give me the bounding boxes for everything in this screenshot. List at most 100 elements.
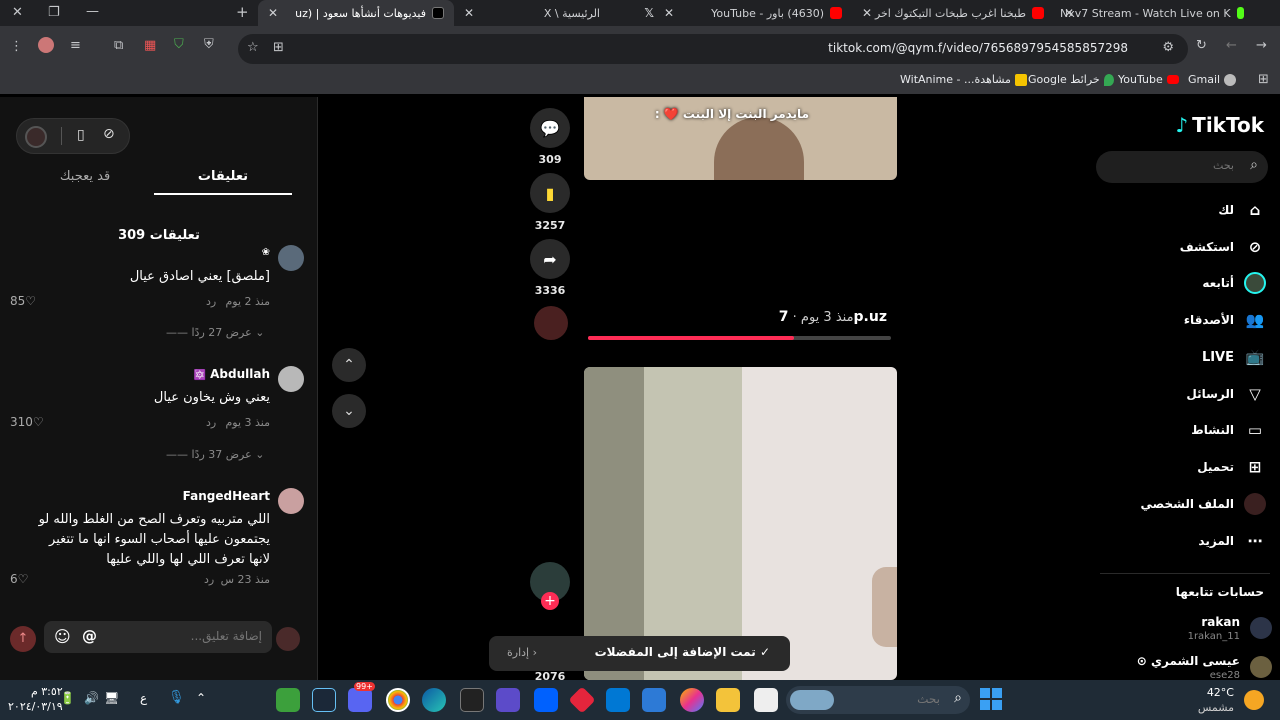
comment-username[interactable]: FangedHeart bbox=[183, 489, 270, 503]
chevron-up-icon[interactable]: ⌃ bbox=[196, 691, 206, 705]
tab-tiktok[interactable]: ✕ فيديوهات أنشأها سعود | (uz bbox=[258, 0, 454, 26]
comment-username[interactable]: Abdullah 🔯 bbox=[193, 367, 270, 381]
sound-avatar[interactable] bbox=[534, 306, 568, 340]
nav-live[interactable]: 📺 LIVE bbox=[1202, 346, 1266, 368]
tab-youtube-cooking[interactable]: ✕ طبخنا اغرب طبخات التيكتوك اخر bbox=[858, 0, 1054, 26]
app-icon[interactable] bbox=[568, 686, 596, 714]
reply-button[interactable]: رد bbox=[206, 295, 216, 308]
translate-icon[interactable]: ⊞ bbox=[273, 40, 284, 55]
search-box[interactable]: ⌕ bbox=[1096, 151, 1268, 183]
close-tab-icon[interactable]: ✕ bbox=[268, 6, 278, 20]
toast-manage-link[interactable]: ‹ إدارة bbox=[507, 646, 537, 659]
discord-app-icon[interactable]: 99+ bbox=[348, 682, 375, 712]
close-window-icon[interactable]: ✕ bbox=[12, 5, 23, 20]
nav-friends[interactable]: 👥 الأصدقاء bbox=[1184, 309, 1266, 331]
mention-icon[interactable]: @ bbox=[82, 627, 97, 645]
display-icon[interactable]: 🖥 bbox=[104, 691, 119, 705]
menu-kebab-icon[interactable]: ⋮ bbox=[10, 39, 23, 54]
close-tab-icon[interactable]: ✕ bbox=[664, 6, 674, 20]
close-tab-icon[interactable]: ✕ bbox=[1064, 6, 1074, 20]
video-player[interactable] bbox=[584, 367, 897, 680]
close-tab-icon[interactable]: ✕ bbox=[862, 6, 872, 20]
weather-widget[interactable]: 42°C مشمس bbox=[1198, 685, 1234, 715]
tab-comments[interactable]: تعليقات bbox=[154, 167, 292, 195]
shield-extension-icon[interactable]: ⛉ bbox=[174, 37, 184, 52]
taskbar-search[interactable]: ⌕ bbox=[786, 686, 970, 714]
view-replies-button[interactable]: ⌄ عرض 27 ردًا —— bbox=[166, 326, 264, 339]
volume-icon[interactable]: 🔊 bbox=[84, 691, 99, 705]
following-name[interactable]: rakan bbox=[1201, 615, 1240, 629]
avatar[interactable] bbox=[1250, 656, 1272, 678]
avatar[interactable] bbox=[1250, 617, 1272, 639]
bookmark-star-icon[interactable]: ☆ bbox=[247, 40, 259, 55]
avatar[interactable] bbox=[278, 366, 304, 392]
tiktok-logo[interactable]: ♪ TikTok bbox=[1175, 113, 1264, 137]
like-button[interactable]: 6♡ bbox=[10, 572, 28, 586]
tab-kick[interactable]: ✕ Nxv7 Stream - Watch Live on K bbox=[1060, 0, 1250, 26]
nav-for-you[interactable]: ⌂ لك bbox=[1218, 199, 1266, 221]
device-icon[interactable]: ▯ bbox=[77, 127, 85, 143]
tab-x-home[interactable]: ✕ الرئيسية \ X bbox=[460, 0, 610, 26]
post-comment-button[interactable]: ↑ bbox=[10, 626, 36, 652]
favorites-button[interactable]: ▮ bbox=[530, 173, 570, 213]
user-avatar[interactable] bbox=[25, 126, 47, 148]
bookmark-witanime[interactable]: مشاهدة... - WitAnime bbox=[900, 73, 1027, 86]
store-app-icon[interactable] bbox=[642, 688, 666, 712]
input-language[interactable]: ع bbox=[140, 691, 147, 705]
nav-upload[interactable]: ⊞ تحميل bbox=[1197, 456, 1266, 478]
forward-icon[interactable]: ← bbox=[1226, 38, 1237, 53]
outlook-app-icon[interactable] bbox=[606, 688, 630, 712]
nav-following[interactable]: أتابعه bbox=[1202, 272, 1266, 294]
xbox-app-icon[interactable] bbox=[276, 688, 300, 712]
view-replies-button[interactable]: ⌄ عرض 37 ردًا —— bbox=[166, 448, 264, 461]
apps-grid-icon[interactable]: ⊞ bbox=[1258, 72, 1269, 87]
new-tab-icon[interactable]: + bbox=[236, 3, 249, 21]
windows-start-icon[interactable] bbox=[980, 688, 1002, 710]
nav-explore[interactable]: ⊘ استكشف bbox=[1180, 236, 1266, 258]
chrome-app-icon[interactable] bbox=[386, 688, 410, 712]
next-video-button[interactable]: ⌄ bbox=[332, 394, 366, 428]
copilot-app-icon[interactable] bbox=[680, 688, 704, 712]
teams-app-icon[interactable] bbox=[496, 688, 520, 712]
avatar[interactable] bbox=[278, 488, 304, 514]
app-icon[interactable] bbox=[754, 688, 778, 712]
minimize-window-icon[interactable]: — bbox=[86, 4, 99, 19]
site-settings-icon[interactable]: ⚙ bbox=[1162, 40, 1174, 55]
close-tab-icon[interactable]: ✕ bbox=[464, 6, 474, 20]
reload-icon[interactable]: ↻ bbox=[1196, 38, 1207, 53]
compass-small-icon[interactable]: ⊘ bbox=[103, 126, 115, 142]
bookmark-google-maps[interactable]: خرائط Google bbox=[1028, 73, 1114, 86]
nav-messages[interactable]: ▽ الرسائل bbox=[1186, 383, 1266, 405]
edge-app-icon[interactable] bbox=[422, 688, 446, 712]
nav-activity[interactable]: ▭ النشاط bbox=[1191, 419, 1266, 441]
url-text[interactable]: tiktok.com/@qym.f/video/7656897954585857… bbox=[828, 41, 1128, 55]
like-button[interactable]: 85♡ bbox=[10, 294, 36, 308]
address-bar[interactable]: ☆ ⊞ tiktok.com/@qym.f/video/765689795458… bbox=[238, 34, 1188, 64]
emoji-icon[interactable]: ☺ bbox=[54, 627, 71, 646]
dropbox-app-icon[interactable] bbox=[534, 688, 558, 712]
video-progress-bar[interactable] bbox=[588, 336, 891, 340]
taskbar-search-input[interactable] bbox=[830, 692, 940, 706]
like-button[interactable]: 310♡ bbox=[10, 415, 44, 429]
tab-youtube-power[interactable]: ✕ (4630) باور - YouTube bbox=[662, 0, 852, 26]
extensions-icon[interactable]: ⧉ bbox=[114, 38, 123, 53]
share-button[interactable]: ➦ bbox=[530, 239, 570, 279]
extension-icon[interactable]: ▦ bbox=[144, 38, 156, 53]
follow-plus-icon[interactable]: + bbox=[541, 592, 559, 610]
video-player[interactable]: مايدمر البنت إلا البنت ❤️ : bbox=[584, 97, 897, 180]
avatar[interactable] bbox=[278, 245, 304, 271]
microphone-icon[interactable]: 🎙 bbox=[168, 690, 185, 705]
tab-you-may-like[interactable]: قد يعجبك bbox=[16, 167, 154, 195]
search-input[interactable] bbox=[1114, 159, 1234, 172]
comments-button[interactable]: 💬 bbox=[530, 108, 570, 148]
battery-icon[interactable]: 🔋 bbox=[60, 691, 75, 705]
following-name[interactable]: عيسى الشمري ⊙ bbox=[1137, 654, 1240, 668]
reply-button[interactable]: رد bbox=[206, 416, 216, 429]
nav-profile[interactable]: الملف الشخصي bbox=[1141, 493, 1266, 515]
reading-list-icon[interactable]: ≡ bbox=[70, 38, 81, 53]
previous-video-button[interactable]: ⌃ bbox=[332, 348, 366, 382]
back-icon[interactable]: → bbox=[1256, 38, 1267, 53]
tab-x[interactable]: 𝕏 bbox=[624, 0, 654, 26]
shield-icon[interactable]: ⛨ bbox=[204, 37, 214, 52]
steam-app-icon[interactable] bbox=[312, 688, 336, 712]
